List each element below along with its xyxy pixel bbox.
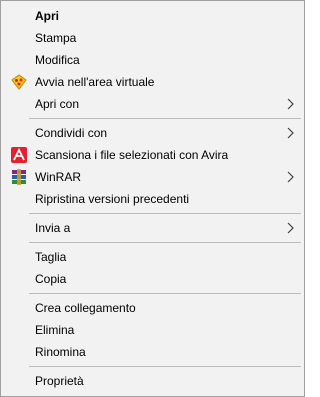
menu-item-winrar-label: WinRAR: [35, 170, 82, 184]
menu-item-edit[interactable]: Modifica: [1, 49, 304, 71]
winrar-icon: [11, 169, 27, 185]
menu-separator: [29, 366, 301, 367]
menu-item-delete-label: Elimina: [35, 323, 75, 337]
menu-item-create-shortcut-label: Crea collegamento: [35, 301, 136, 315]
menu-item-winrar[interactable]: WinRAR: [1, 166, 304, 188]
menu-item-cut[interactable]: Taglia: [1, 246, 304, 268]
menu-item-open-label: Apri: [35, 9, 59, 23]
menu-separator: [29, 213, 301, 214]
menu-item-open-with[interactable]: Apri con: [1, 93, 304, 115]
menu-separator: [29, 293, 301, 294]
menu-item-properties-label: Proprietà: [35, 374, 84, 388]
menu-item-open[interactable]: Apri: [1, 5, 304, 27]
menu-item-open-with-label: Apri con: [35, 97, 80, 111]
menu-item-print-label: Stampa: [35, 31, 77, 45]
menu-item-send-to[interactable]: Invia a: [1, 217, 304, 239]
menu-item-avira-scan-label: Scansiona i file selezionati con Avira: [35, 148, 229, 162]
chevron-right-icon: [284, 98, 296, 110]
menu-item-run-sandboxed-label: Avvia nell'area virtuale: [35, 75, 155, 89]
menu-item-create-shortcut[interactable]: Crea collegamento: [1, 297, 304, 319]
menu-item-rename-label: Rinomina: [35, 345, 86, 359]
menu-item-send-to-label: Invia a: [35, 221, 71, 235]
menu-item-run-sandboxed[interactable]: Avvia nell'area virtuale: [1, 71, 304, 93]
menu-item-share-with[interactable]: Condividi con: [1, 122, 304, 144]
chevron-right-icon: [284, 171, 296, 183]
menu-separator: [29, 242, 301, 243]
chevron-right-icon: [284, 222, 296, 234]
menu-item-properties[interactable]: Proprietà: [1, 370, 304, 392]
avira-icon: [11, 147, 27, 163]
context-menu: Apri Stampa Modifica Avvia nell'area vir…: [0, 0, 305, 397]
sandboxie-icon: [11, 74, 27, 90]
menu-item-delete[interactable]: Elimina: [1, 319, 304, 341]
chevron-right-icon: [284, 127, 296, 139]
menu-item-rename[interactable]: Rinomina: [1, 341, 304, 363]
menu-item-avira-scan[interactable]: Scansiona i file selezionati con Avira: [1, 144, 304, 166]
menu-item-copy-label: Copia: [35, 272, 67, 286]
menu-item-restore-versions-label: Ripristina versioni precedenti: [35, 192, 190, 206]
menu-item-share-with-label: Condividi con: [35, 126, 108, 140]
menu-item-print[interactable]: Stampa: [1, 27, 304, 49]
menu-item-edit-label: Modifica: [35, 53, 80, 67]
menu-item-cut-label: Taglia: [35, 250, 67, 264]
menu-item-copy[interactable]: Copia: [1, 268, 304, 290]
menu-item-restore-versions[interactable]: Ripristina versioni precedenti: [1, 188, 304, 210]
menu-separator: [29, 118, 301, 119]
